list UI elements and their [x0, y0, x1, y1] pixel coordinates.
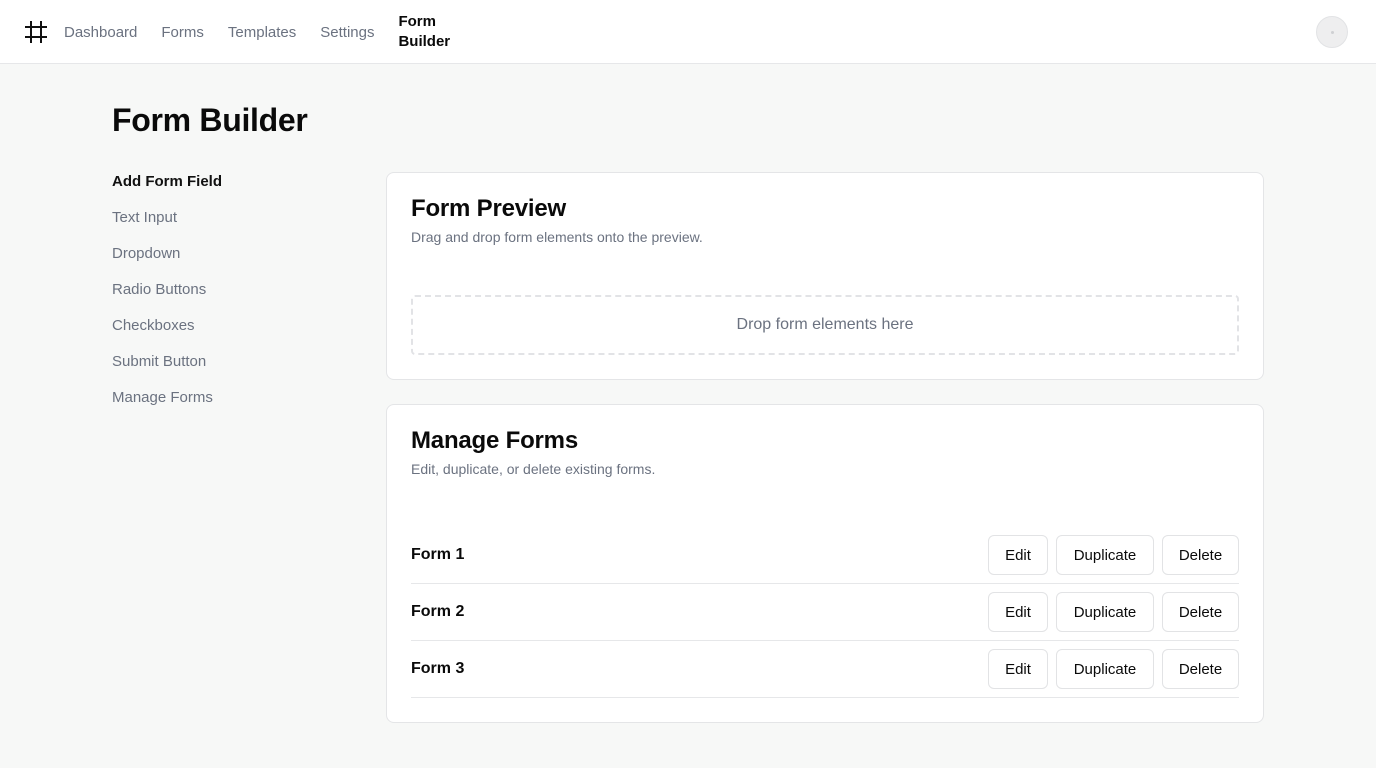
forms-list: Form 1 Edit Duplicate Delete Form 2 Edit…	[411, 527, 1239, 698]
nav-settings[interactable]: Settings	[320, 24, 374, 41]
manage-forms-card: Manage Forms Edit, duplicate, or delete …	[386, 404, 1264, 723]
delete-button[interactable]: Delete	[1162, 535, 1239, 575]
top-navigation-bar: Dashboard Forms Templates Settings Form …	[0, 0, 1376, 64]
form-preview-card: Form Preview Drag and drop form elements…	[386, 172, 1264, 380]
sidebar-item-checkboxes[interactable]: Checkboxes	[112, 316, 352, 352]
sidebar: Add Form Field Text Input Dropdown Radio…	[112, 172, 352, 424]
form-name: Form 1	[411, 546, 465, 563]
sidebar-item-submit-button[interactable]: Submit Button	[112, 352, 352, 388]
sidebar-item-add-form-field[interactable]: Add Form Field	[112, 172, 352, 208]
nav-templates[interactable]: Templates	[228, 24, 296, 41]
page-title: Form Builder	[112, 102, 308, 138]
avatar-placeholder-icon	[1330, 30, 1334, 34]
sidebar-item-text-input[interactable]: Text Input	[112, 208, 352, 244]
form-row: Form 1 Edit Duplicate Delete	[411, 527, 1239, 584]
delete-button[interactable]: Delete	[1162, 649, 1239, 689]
form-actions: Edit Duplicate Delete	[988, 535, 1239, 575]
duplicate-button[interactable]: Duplicate	[1056, 592, 1154, 632]
edit-button[interactable]: Edit	[988, 592, 1048, 632]
manage-forms-description: Edit, duplicate, or delete existing form…	[411, 461, 656, 477]
form-drop-zone[interactable]: Drop form elements here	[411, 295, 1239, 355]
form-name: Form 2	[411, 603, 465, 620]
user-avatar[interactable]	[1316, 16, 1348, 48]
form-row: Form 3 Edit Duplicate Delete	[411, 641, 1239, 698]
form-actions: Edit Duplicate Delete	[988, 649, 1239, 689]
delete-button[interactable]: Delete	[1162, 592, 1239, 632]
form-row: Form 2 Edit Duplicate Delete	[411, 584, 1239, 641]
duplicate-button[interactable]: Duplicate	[1056, 649, 1154, 689]
form-preview-description: Drag and drop form elements onto the pre…	[411, 229, 703, 245]
form-name: Form 3	[411, 660, 465, 677]
edit-button[interactable]: Edit	[988, 535, 1048, 575]
edit-button[interactable]: Edit	[988, 649, 1048, 689]
sidebar-item-manage-forms[interactable]: Manage Forms	[112, 388, 352, 424]
nav-form-builder-line2: Builder	[398, 33, 451, 50]
form-actions: Edit Duplicate Delete	[988, 592, 1239, 632]
sidebar-item-radio-buttons[interactable]: Radio Buttons	[112, 280, 352, 316]
hash-logo-icon[interactable]	[24, 20, 48, 44]
nav-form-builder[interactable]: Form Builder	[398, 12, 454, 52]
duplicate-button[interactable]: Duplicate	[1056, 535, 1154, 575]
sidebar-item-dropdown[interactable]: Dropdown	[112, 244, 352, 280]
manage-forms-title: Manage Forms	[411, 427, 578, 454]
main-nav: Dashboard Forms Templates Settings Form …	[64, 0, 454, 64]
nav-dashboard[interactable]: Dashboard	[64, 24, 137, 41]
nav-forms[interactable]: Forms	[161, 24, 204, 41]
form-preview-title: Form Preview	[411, 195, 566, 222]
nav-form-builder-line1: Form	[398, 13, 436, 30]
